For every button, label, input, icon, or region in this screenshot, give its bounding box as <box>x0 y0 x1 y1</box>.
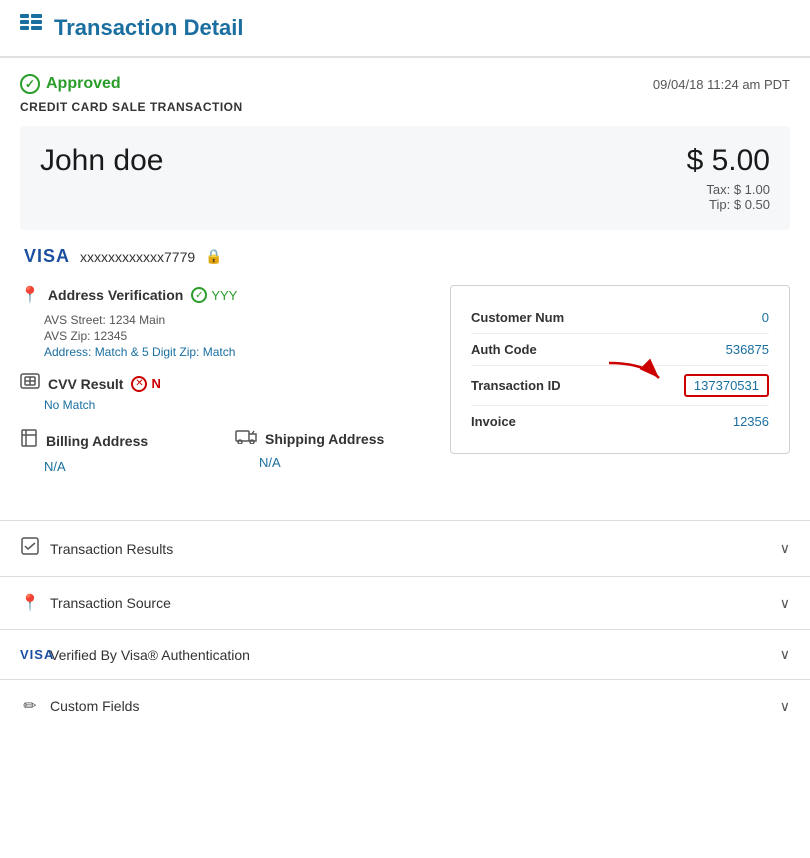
transaction-results-icon <box>20 537 40 560</box>
billing-title: Billing Address <box>46 433 148 449</box>
transaction-info-box: Customer Num 0 Auth Code 536875 Transact… <box>450 285 790 484</box>
auth-code-label: Auth Code <box>471 342 537 357</box>
billing-icon <box>20 428 38 453</box>
custom-fields-icon: ✏ <box>20 696 40 716</box>
details-left: 📍 Address Verification ✓ YYY AVS Street:… <box>20 285 430 484</box>
address-verification-section: 📍 Address Verification ✓ YYY AVS Street:… <box>20 285 430 359</box>
details-grid: 📍 Address Verification ✓ YYY AVS Street:… <box>20 285 790 484</box>
main-content: ✓ Approved 09/04/18 11:24 am PDT CREDIT … <box>0 58 810 520</box>
amount-section: $ 5.00 Tax: $ 1.00 Tip: $ 0.50 <box>687 144 770 212</box>
accordion-custom-fields-header[interactable]: ✏ Custom Fields ∨ <box>0 680 810 732</box>
grid-icon <box>20 14 42 42</box>
accordion-left: ✏ Custom Fields <box>20 696 139 716</box>
status-bar: ✓ Approved 09/04/18 11:24 am PDT <box>20 74 790 94</box>
accordion-verified-visa: VISA Verified By Visa® Authentication ∨ <box>0 629 810 679</box>
accordion-custom-fields: ✏ Custom Fields ∨ <box>0 679 810 732</box>
main-amount: $ 5.00 <box>687 144 770 178</box>
tax-amount: Tax: $ 1.00 <box>687 182 770 197</box>
verified-visa-chevron: ∨ <box>780 646 790 663</box>
approved-badge: ✓ Approved <box>20 74 121 94</box>
transaction-source-chevron: ∨ <box>780 595 790 612</box>
tip-amount: Tip: $ 0.50 <box>687 197 770 212</box>
name-amount-card: John doe $ 5.00 Tax: $ 1.00 Tip: $ 0.50 <box>20 126 790 230</box>
timestamp: 09/04/18 11:24 am PDT <box>653 77 790 92</box>
billing-header: Billing Address <box>20 428 215 453</box>
avs-status: ✓ YYY <box>191 287 237 303</box>
avs-match: Address: Match & 5 Digit Zip: Match <box>44 345 430 359</box>
approved-icon: ✓ <box>20 74 40 94</box>
cvv-section: CVV Result ✕ N No Match <box>20 373 430 412</box>
custom-fields-chevron: ∨ <box>780 698 790 715</box>
accordion-transaction-source-header[interactable]: 📍 Transaction Source ∨ <box>0 577 810 629</box>
accordion-transaction-source: 📍 Transaction Source ∨ <box>0 576 810 629</box>
cvv-x-icon: ✕ <box>131 376 147 392</box>
accordion-verified-visa-header[interactable]: VISA Verified By Visa® Authentication ∨ <box>0 630 810 679</box>
customer-num-value: 0 <box>762 310 769 325</box>
verified-visa-label: Verified By Visa® Authentication <box>50 647 250 663</box>
transaction-source-icon: 📍 <box>20 593 40 613</box>
invoice-label: Invoice <box>471 414 516 429</box>
accordion-left: Transaction Results <box>20 537 173 560</box>
visa-accordion-icon: VISA <box>20 647 40 662</box>
accordion-left: VISA Verified By Visa® Authentication <box>20 647 250 663</box>
info-box: Customer Num 0 Auth Code 536875 Transact… <box>450 285 790 454</box>
invoice-row: Invoice 12356 <box>471 406 769 437</box>
red-arrow-annotation <box>604 358 664 394</box>
lock-icon: 🔒 <box>205 248 222 265</box>
card-info-row: VISA xxxxxxxxxxxx7779 🔒 <box>20 246 790 267</box>
avs-street: AVS Street: 1234 Main <box>44 313 430 327</box>
approved-label: Approved <box>46 75 121 93</box>
avs-title: Address Verification <box>48 287 183 303</box>
billing-value: N/A <box>20 459 215 474</box>
cvv-no-match: No Match <box>20 398 430 412</box>
address-section: Billing Address N/A <box>20 428 430 474</box>
transaction-id-label: Transaction ID <box>471 378 561 393</box>
accordion-transaction-results-header[interactable]: Transaction Results ∨ <box>0 521 810 576</box>
billing-address-col: Billing Address N/A <box>20 428 215 474</box>
shipping-header: Shipping Address <box>235 428 430 449</box>
transaction-id-row: Transaction ID 137370531 <box>471 366 769 406</box>
accordion-transaction-results: Transaction Results ∨ <box>0 520 810 576</box>
transaction-id-value: 137370531 <box>684 374 769 397</box>
transaction-results-chevron: ∨ <box>780 540 790 557</box>
shipping-icon <box>235 428 257 449</box>
transaction-type: CREDIT CARD SALE TRANSACTION <box>20 100 790 114</box>
cvv-header: CVV Result ✕ N <box>20 373 430 394</box>
accordion-container: Transaction Results ∨ 📍 Transaction Sour… <box>0 520 810 732</box>
transaction-results-label: Transaction Results <box>50 541 173 557</box>
avs-header: 📍 Address Verification ✓ YYY <box>20 285 430 305</box>
customer-name: John doe <box>40 144 163 178</box>
page-title: Transaction Detail <box>54 15 244 41</box>
cvv-title: CVV Result <box>48 376 123 392</box>
card-chip-icon <box>20 373 40 394</box>
customer-num-label: Customer Num <box>471 310 564 325</box>
card-number: xxxxxxxxxxxx7779 <box>80 249 195 265</box>
shipping-title: Shipping Address <box>265 431 384 447</box>
location-icon: 📍 <box>20 285 40 305</box>
invoice-value: 12356 <box>733 414 769 429</box>
avs-details: AVS Street: 1234 Main AVS Zip: 12345 Add… <box>20 313 430 359</box>
customer-num-row: Customer Num 0 <box>471 302 769 334</box>
check-circle-icon: ✓ <box>191 287 207 303</box>
cvv-result: N <box>151 376 160 391</box>
page-header: Transaction Detail <box>0 0 810 58</box>
auth-code-value: 536875 <box>726 342 769 357</box>
transaction-source-label: Transaction Source <box>50 595 171 611</box>
card-brand: VISA <box>24 246 70 267</box>
sub-amounts: Tax: $ 1.00 Tip: $ 0.50 <box>687 182 770 212</box>
accordion-left: 📍 Transaction Source <box>20 593 171 613</box>
custom-fields-label: Custom Fields <box>50 698 139 714</box>
avs-zip: AVS Zip: 12345 <box>44 329 430 343</box>
shipping-address-col: Shipping Address N/A <box>235 428 430 474</box>
avs-status-value: YYY <box>211 288 237 303</box>
shipping-value: N/A <box>235 455 430 470</box>
